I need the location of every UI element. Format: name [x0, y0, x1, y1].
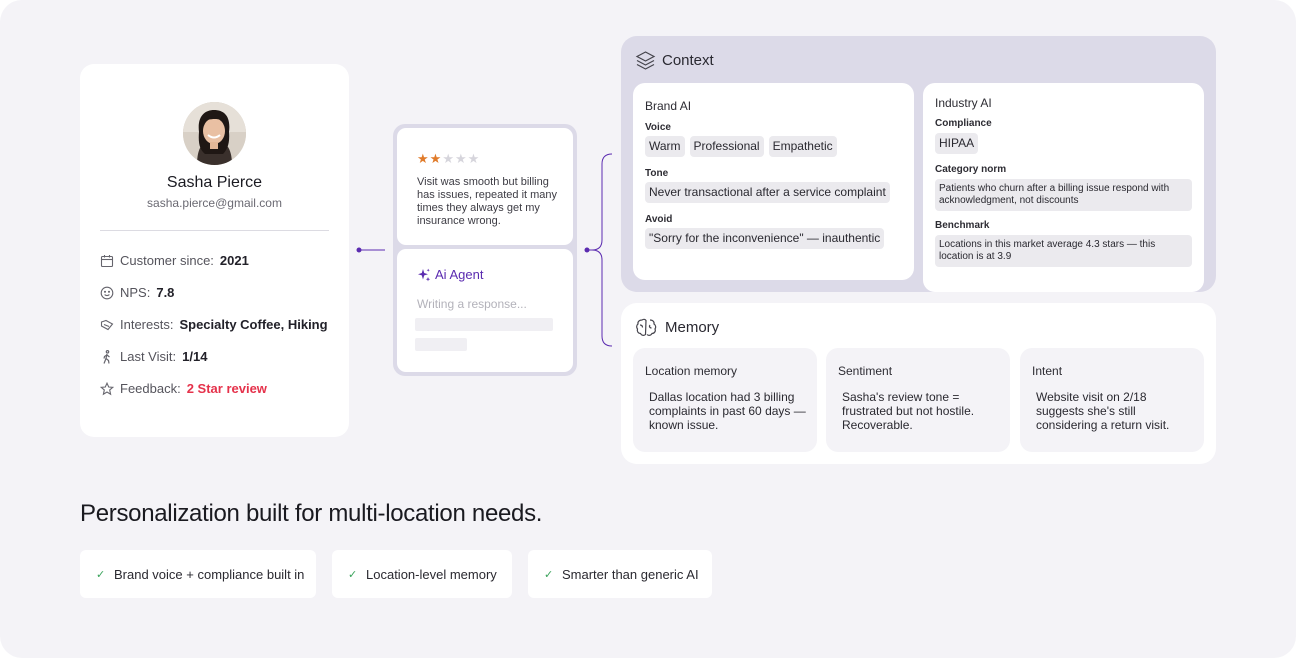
star-icon: ★ [467, 151, 481, 166]
memory-card-location: Location memory Dallas location had 3 bi… [633, 348, 817, 452]
feedback-label: Feedback: [120, 381, 181, 396]
last-visit-value: 1/14 [182, 349, 208, 364]
tone-chips: Never transactional after a service comp… [645, 182, 890, 203]
check-icon: ✓ [348, 568, 358, 581]
connector-line [356, 247, 385, 253]
customer-profile-card: Sasha Pierce sasha.pierce@gmail.com Cust… [80, 64, 349, 437]
voice-chip: Empathetic [768, 136, 837, 157]
avoid-chips: "Sorry for the inconvenience" — inauthen… [645, 228, 885, 249]
memory-card-title: Sentiment [838, 364, 893, 378]
feedback-row: Feedback: 2 Star review [100, 381, 267, 396]
avoid-label: Avoid [645, 214, 673, 225]
voice-chips: Warm Professional Empathetic [645, 136, 837, 157]
customer-name: Sasha Pierce [166, 174, 263, 191]
context-panel: Context Brand AI Voice Warm Professional… [621, 36, 1216, 292]
memory-card-title: Location memory [645, 364, 738, 378]
memory-title: Memory [665, 318, 720, 336]
review-card: ★★★★★ Visit was smooth but billing has i… [397, 128, 573, 245]
brand-ai-card: Brand AI Voice Warm Professional Empathe… [633, 83, 914, 280]
star-outline-icon [100, 381, 114, 396]
headline: Personalization built for multi-location… [80, 500, 543, 527]
smiley-icon [100, 286, 114, 300]
feature-pill: ✓ Location-level memory [332, 550, 512, 598]
nps-label: NPS: [120, 285, 151, 300]
interests-row: Interests: Specialty Coffee, Hiking [100, 317, 328, 332]
feature-label: Brand voice + compliance built in [114, 566, 305, 582]
memory-card-intent: Intent Website visit on 2/18 suggests sh… [1020, 348, 1204, 452]
check-icon: ✓ [96, 568, 106, 581]
feature-label: Smarter than generic AI [562, 566, 699, 582]
memory-panel: Memory Location memory Dallas location h… [621, 303, 1216, 464]
sparkle-icon [418, 268, 431, 281]
ai-agent-card: Ai Agent Writing a response... [397, 249, 573, 372]
compliance-chip: HIPAA [935, 133, 979, 154]
star-icon: ★ [429, 151, 443, 166]
feature-label: Location-level memory [366, 566, 497, 582]
memory-card-text: Website visit on 2/18 suggests she's sti… [1036, 390, 1170, 432]
context-title: Context [662, 52, 714, 69]
compliance-label: Compliance [935, 118, 992, 129]
canvas: Sasha Pierce sasha.pierce@gmail.com Cust… [0, 0, 1296, 658]
review-text: Visit was smooth but billing has issues,… [417, 176, 558, 227]
ai-response-placeholder: Writing a response... [417, 297, 527, 311]
voice-label: Voice [645, 122, 671, 133]
voice-chip: Warm [645, 136, 685, 157]
star-icon: ★ [454, 151, 468, 166]
context-header: Context [635, 50, 714, 71]
brace-connector [584, 153, 613, 347]
interests-label: Interests: [120, 317, 174, 332]
last-visit-row: Last Visit: 1/14 [100, 349, 207, 364]
last-visit-label: Last Visit: [120, 349, 177, 364]
memory-card-title: Intent [1032, 364, 1063, 378]
feedback-value: 2 Star review [186, 381, 267, 396]
tone-chip: Never transactional after a service comp… [645, 182, 890, 203]
benchmark-label: Benchmark [935, 220, 990, 231]
feature-pill: ✓ Smarter than generic AI [528, 550, 712, 598]
divider [100, 230, 329, 231]
avoid-chip: "Sorry for the inconvenience" — inauthen… [645, 228, 885, 249]
brain-icon [636, 318, 657, 336]
brand-ai-title: Brand AI [645, 99, 692, 113]
memory-card-text: Dallas location had 3 billing complaints… [649, 390, 806, 432]
industry-ai-card: Industry AI Compliance HIPAA Category no… [923, 83, 1204, 292]
ai-agent-title: Ai Agent [435, 267, 484, 282]
skeleton-line [415, 318, 553, 331]
memory-header: Memory [635, 316, 719, 338]
walking-icon [100, 349, 114, 364]
check-icon: ✓ [544, 568, 554, 581]
calendar-icon [100, 254, 114, 268]
review-agent-stack: ★★★★★ Visit was smooth but billing has i… [393, 124, 577, 376]
tone-label: Tone [645, 168, 669, 179]
star-rating: ★★★★★ [417, 151, 480, 167]
compliance-chips: HIPAA [935, 133, 979, 154]
customer-since-row: Customer since: 2021 [100, 253, 249, 268]
voice-chip: Professional [689, 136, 764, 157]
ai-agent-header: Ai Agent [417, 267, 483, 282]
layers-icon [635, 51, 656, 70]
memory-card-sentiment: Sentiment Sasha's review tone = frustrat… [826, 348, 1010, 452]
category-norm-value: Patients who churn after a billing issue… [935, 179, 1192, 211]
customer-since-value: 2021 [219, 253, 249, 268]
benchmark-value: Locations in this market average 4.3 sta… [935, 235, 1192, 267]
skeleton-line [415, 338, 467, 351]
category-norm-label: Category norm [935, 164, 1007, 175]
star-icon: ★ [417, 151, 430, 166]
nps-row: NPS: 7.8 [100, 285, 174, 300]
nps-value: 7.8 [156, 285, 175, 300]
memory-card-text: Sasha's review tone = frustrated but not… [842, 390, 975, 432]
interests-value: Specialty Coffee, Hiking [179, 317, 328, 332]
interests-icon [100, 318, 114, 332]
star-icon: ★ [442, 151, 455, 166]
industry-ai-title: Industry AI [935, 96, 992, 110]
avatar [183, 102, 246, 165]
customer-email: sasha.pierce@gmail.com [147, 196, 282, 210]
customer-since-label: Customer since: [120, 253, 214, 268]
feature-pill: ✓ Brand voice + compliance built in [80, 550, 316, 598]
